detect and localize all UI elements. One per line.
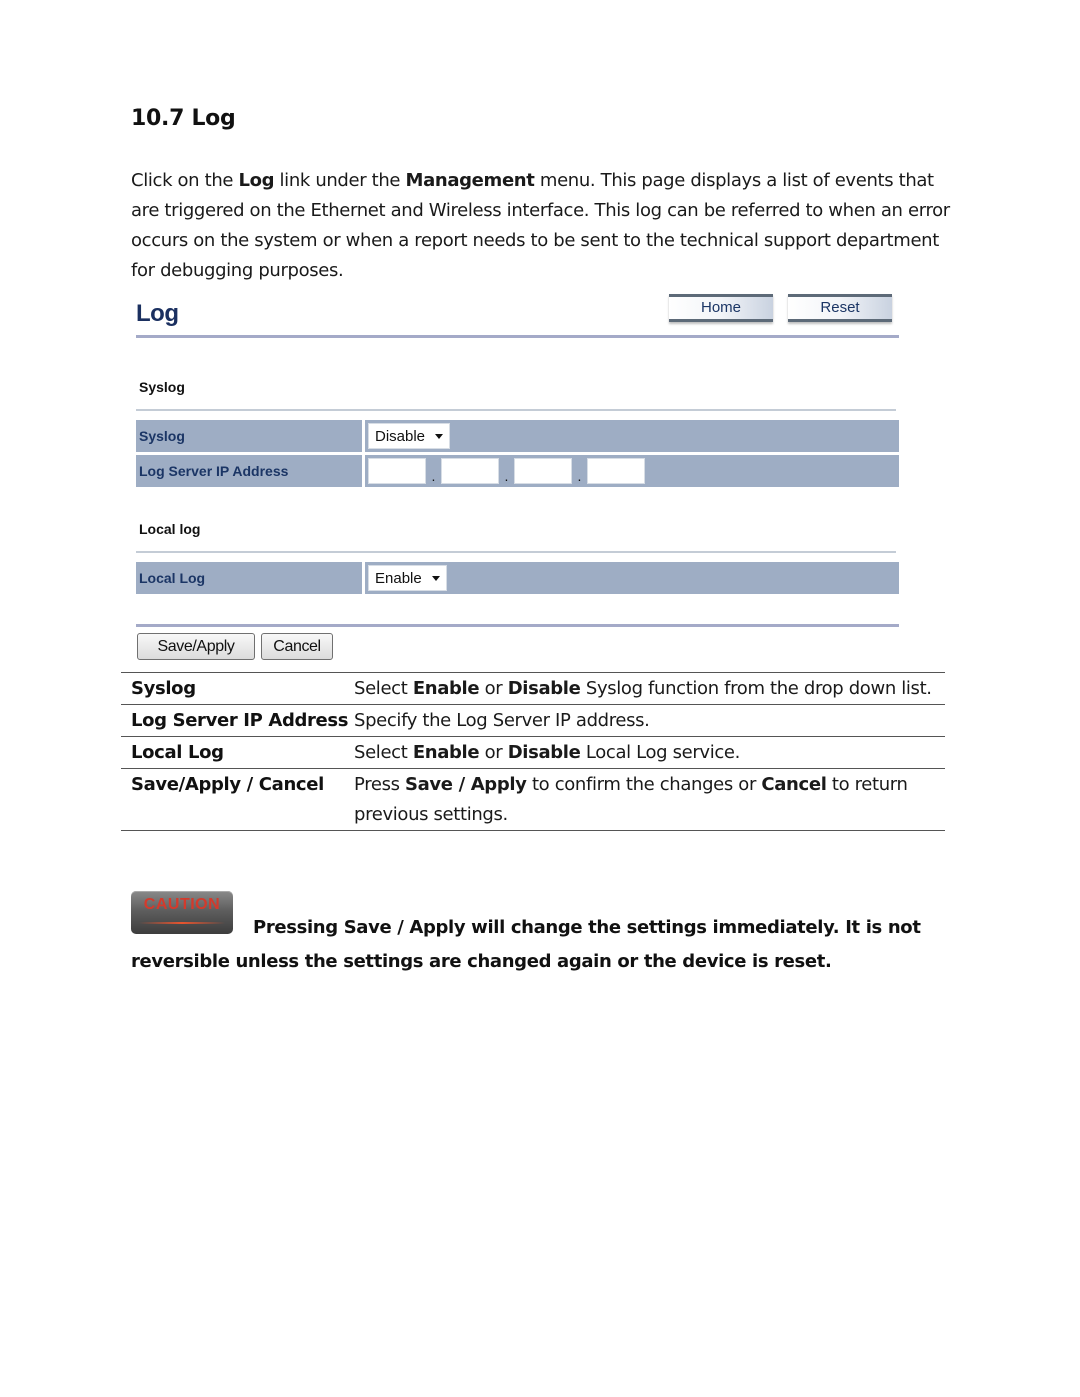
reset-button[interactable]: Reset [788,294,892,322]
def-bold: Save / Apply [405,774,527,795]
syslog-select[interactable]: Disable [368,423,451,449]
syslog-value-cell: Disable [365,420,899,452]
chevron-down-icon [435,433,444,439]
def-text: to confirm the changes or [526,774,762,795]
intro-text: link under the [274,170,406,191]
def-bold: Cancel [761,774,827,795]
intro-bold-management: Management [405,170,535,191]
local-log-section-heading: Local log [139,521,201,537]
def-bold: Enable [412,678,480,699]
table-definition: Select Enable or Disable Local Log servi… [354,737,945,768]
ip-separator: . [577,468,582,484]
syslog-row: Syslog Disable [136,420,899,452]
ip-octet-1-input[interactable] [368,458,426,484]
def-text: Syslog function from the drop down list. [580,678,932,699]
footer-divider [136,624,899,627]
chevron-down-icon [431,575,440,581]
section-title: 10.7 Log [131,106,236,131]
section-divider [136,551,896,553]
def-bold: Enable [412,742,480,763]
intro-paragraph: Click on the Log link under the Manageme… [131,166,961,286]
ui-page-title: Log [136,300,179,327]
table-term: Local Log [131,742,224,763]
header-divider [136,335,899,338]
table-definition: Specify the Log Server IP address. [354,705,945,736]
table-term: Syslog [131,678,196,699]
table-term: Log Server IP Address [131,710,349,731]
def-text: Local Log service. [580,742,741,763]
ip-octet-3-input[interactable] [514,458,572,484]
def-text: Select [354,678,413,699]
def-text: Specify the Log Server IP address. [354,710,650,731]
table-row: Local Log Select Enable or Disable Local… [121,737,945,769]
log-settings-screenshot: Log Home Reset Syslog Syslog Disable Log… [131,290,906,670]
ip-separator: . [504,468,509,484]
syslog-selected-value: Disable [375,427,426,445]
def-text: or [479,678,508,699]
intro-text: Click on the [131,170,239,191]
local-log-row: Local Log Enable [136,562,899,594]
intro-bold-log: Log [238,170,275,191]
table-row: Syslog Select Enable or Disable Syslog f… [121,673,945,705]
local-log-value-cell: Enable [365,562,899,594]
def-bold: Disable [507,678,581,699]
table-row: Save/Apply / Cancel Press Save / Apply t… [121,769,945,831]
log-server-ip-row: Log Server IP Address . . . [136,455,899,487]
home-button[interactable]: Home [669,294,773,322]
description-table: Syslog Select Enable or Disable Syslog f… [121,672,945,831]
def-text: or [479,742,508,763]
log-server-ip-value-cell: . . . [365,455,899,487]
local-log-select[interactable]: Enable [368,565,447,591]
ip-separator: . [431,468,436,484]
def-text: Select [354,742,413,763]
caution-text: Pressing Save / Apply will change the se… [131,917,921,972]
syslog-label: Syslog [136,420,362,452]
table-definition: Press Save / Apply to confirm the change… [354,769,945,830]
table-definition: Select Enable or Disable Syslog function… [354,673,945,704]
section-divider [136,409,896,411]
def-text: Press [354,774,405,795]
ip-octet-2-input[interactable] [441,458,499,484]
table-row: Log Server IP Address Specify the Log Se… [121,705,945,737]
save-apply-button[interactable]: Save/Apply [137,633,255,660]
table-term: Save/Apply / Cancel [131,774,324,795]
syslog-section-heading: Syslog [139,379,185,395]
ip-octet-4-input[interactable] [587,458,645,484]
local-log-selected-value: Enable [375,569,422,587]
local-log-label: Local Log [136,562,362,594]
def-bold: Disable [507,742,581,763]
log-server-ip-label: Log Server IP Address [136,455,362,487]
cancel-button[interactable]: Cancel [261,633,333,660]
